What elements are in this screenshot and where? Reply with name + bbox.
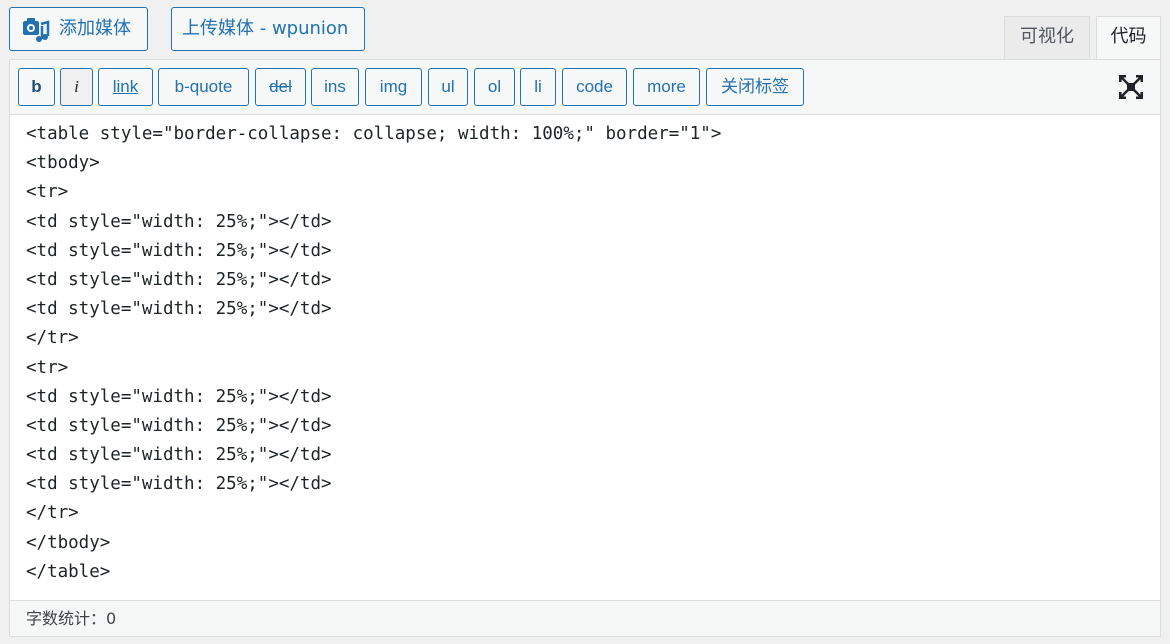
tab-visual[interactable]: 可视化 bbox=[1004, 16, 1090, 59]
code-line: <tbody> bbox=[26, 153, 100, 174]
del-button[interactable]: del bbox=[255, 68, 306, 106]
blockquote-button[interactable]: b-quote bbox=[158, 68, 249, 106]
ins-button[interactable]: ins bbox=[311, 68, 359, 106]
code-line: <td style="width: 25%;"></td> bbox=[26, 386, 332, 407]
code-line: <td style="width: 25%;"></td> bbox=[26, 240, 332, 261]
code-editor: b i link b-quote del ins img ul ol li co… bbox=[9, 59, 1161, 637]
code-line: <td style="width: 25%;"></td> bbox=[26, 474, 332, 495]
word-count: 字数统计：0 bbox=[26, 609, 117, 628]
tab-code[interactable]: 代码 bbox=[1096, 16, 1161, 60]
fullscreen-icon[interactable] bbox=[1118, 74, 1144, 100]
code-line: <td style="width: 25%;"></td> bbox=[26, 269, 332, 290]
code-line: </tr> bbox=[26, 328, 79, 349]
code-line: <td style="width: 25%;"></td> bbox=[26, 299, 332, 320]
code-line: <table style="border-collapse: collapse;… bbox=[26, 124, 722, 144]
add-media-button[interactable]: 添加媒体 bbox=[9, 7, 148, 51]
bold-button[interactable]: b bbox=[18, 68, 55, 106]
status-bar: 字数统计：0 bbox=[10, 600, 1160, 636]
upload-media-button[interactable]: 上传媒体 - wpunion bbox=[171, 7, 365, 51]
more-button[interactable]: more bbox=[633, 68, 700, 106]
code-line: <td style="width: 25%;"></td> bbox=[26, 415, 332, 436]
media-buttons-bar: 添加媒体 上传媒体 - wpunion 可视化 代码 bbox=[0, 0, 1170, 60]
ol-button[interactable]: ol bbox=[474, 68, 515, 106]
code-line: </tbody> bbox=[26, 532, 111, 553]
img-button[interactable]: img bbox=[365, 68, 422, 106]
italic-button[interactable]: i bbox=[60, 68, 93, 106]
code-textarea[interactable]: <table style="border-collapse: collapse;… bbox=[10, 115, 1160, 600]
ul-button[interactable]: ul bbox=[428, 68, 468, 106]
code-line: <td style="width: 25%;"></td> bbox=[26, 445, 332, 466]
code-button[interactable]: code bbox=[562, 68, 627, 106]
li-button[interactable]: li bbox=[520, 68, 556, 106]
media-icon bbox=[23, 18, 50, 42]
code-line: </table> bbox=[26, 561, 111, 582]
code-line: <td style="width: 25%;"></td> bbox=[26, 211, 332, 232]
code-line: <tr> bbox=[26, 357, 69, 378]
quicktags-toolbar: b i link b-quote del ins img ul ol li co… bbox=[10, 60, 1160, 115]
link-button[interactable]: link bbox=[98, 68, 153, 106]
add-media-label: 添加媒体 bbox=[59, 18, 131, 39]
close-tags-button[interactable]: 关闭标签 bbox=[706, 68, 804, 106]
code-line: <tr> bbox=[26, 182, 69, 203]
upload-media-label: 上传媒体 - wpunion bbox=[182, 18, 349, 39]
code-line: </tr> bbox=[26, 503, 79, 524]
